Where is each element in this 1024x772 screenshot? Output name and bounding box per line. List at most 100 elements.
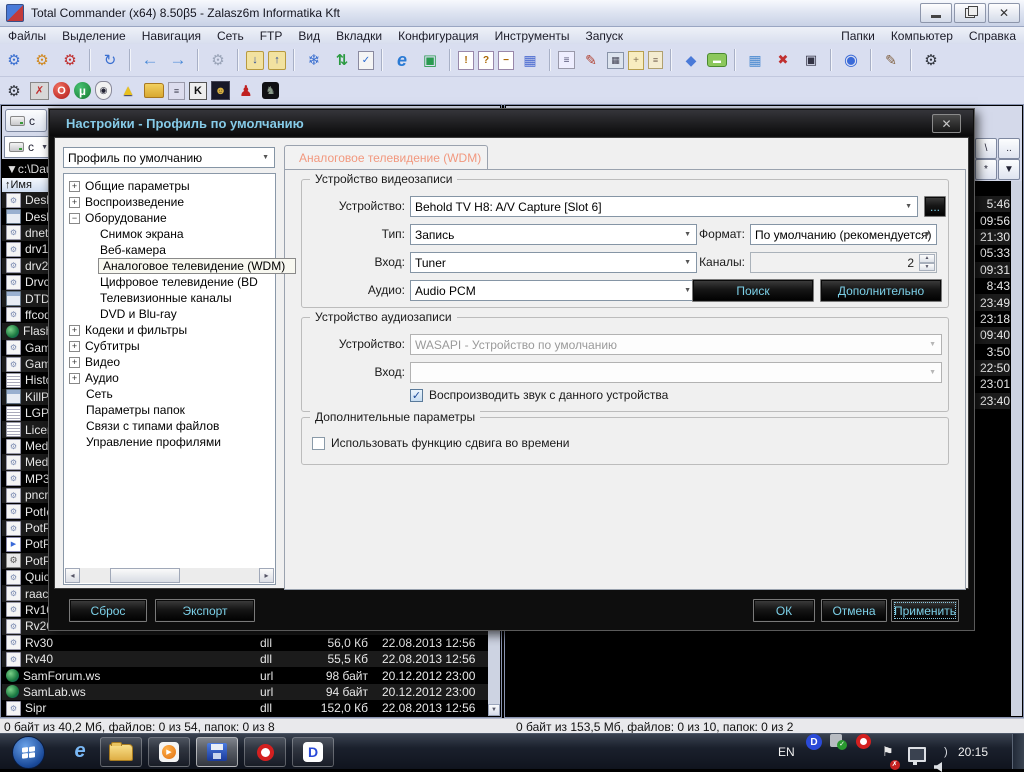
menu-item[interactable]: Навигация — [134, 29, 209, 43]
cd-burner-icon[interactable]: ◉ — [839, 49, 863, 71]
menu-item[interactable]: Сеть — [209, 29, 252, 43]
tree-item[interactable]: Субтитры — [66, 338, 275, 354]
apply-button[interactable]: Применить — [891, 599, 959, 622]
gears-disabled-icon[interactable]: ⚙ — [206, 49, 230, 71]
device-more-button[interactable]: ... — [924, 196, 946, 217]
snowflake-icon[interactable]: ❄ — [302, 49, 326, 71]
green-drive-icon[interactable]: ▬ — [707, 53, 727, 67]
film-gear-icon[interactable]: ⚙ — [919, 49, 943, 71]
paint-icon[interactable]: ✎ — [579, 49, 603, 71]
toolbar-separator[interactable] — [830, 49, 832, 71]
refresh-icon[interactable]: ↻ — [98, 49, 122, 71]
toolbar-separator[interactable] — [197, 49, 199, 71]
tree-item[interactable]: DVD и Blu-ray — [66, 306, 275, 322]
tray-action-center-icon[interactable]: ⚑ — [882, 734, 894, 769]
tree-item[interactable]: Аудио — [66, 370, 275, 386]
pc-info-icon[interactable]: ≡ — [168, 82, 185, 100]
toolbar-separator[interactable] — [129, 49, 131, 71]
toolbar-separator[interactable] — [910, 49, 912, 71]
reset-button[interactable]: Сброс — [69, 599, 147, 622]
tree-item[interactable]: Воспроизведение — [66, 194, 275, 210]
tray-usb-icon[interactable] — [830, 734, 842, 747]
hands-app-icon[interactable]: ♞ — [262, 82, 279, 99]
utorrent-icon[interactable]: µ — [74, 82, 91, 99]
advanced-button[interactable]: Дополнительно — [820, 279, 942, 302]
menu-item[interactable]: Выделение — [54, 29, 134, 43]
options-gear-orange-icon[interactable]: ⚙ — [30, 49, 54, 71]
tree-item[interactable]: Общие параметры — [66, 178, 275, 194]
menu-item[interactable]: Вид — [290, 29, 328, 43]
forward-arrow-icon[interactable]: → — [166, 49, 190, 71]
calculator-icon[interactable]: ▦ — [607, 52, 624, 69]
tray-volume-icon[interactable] — [934, 762, 942, 772]
play-sound-checkbox-row[interactable]: Воспроизводить звук с данного устройства — [410, 388, 668, 402]
checkbox-checked-icon[interactable] — [410, 389, 423, 402]
back-arrow-icon[interactable]: ← — [138, 49, 162, 71]
menu-item[interactable]: Вкладки — [328, 29, 390, 43]
pack-files-icon[interactable]: ↓ — [246, 51, 264, 70]
remove-image-icon[interactable]: ✖ — [771, 49, 795, 71]
drive-c-button[interactable]: c — [5, 109, 47, 132]
opera-icon[interactable]: O — [53, 82, 70, 99]
taskbar-explorer-button[interactable] — [100, 737, 142, 767]
notepad-icon[interactable]: ≡ — [558, 51, 575, 69]
parent-dir-button[interactable]: .. — [998, 138, 1020, 159]
export-button[interactable]: Экспорт — [155, 599, 255, 622]
taskbar-potplayer-button[interactable]: D — [292, 737, 334, 767]
clipboard-icon[interactable]: ✓ — [358, 51, 374, 70]
checkbox-unchecked-icon[interactable] — [312, 437, 325, 450]
file-row[interactable]: Rv30 dll 56,0 Кб 22.08.2013 12:56 — [2, 635, 488, 651]
toolbar-separator[interactable] — [449, 49, 451, 71]
sort-az-icon[interactable]: ⇅ — [330, 49, 354, 71]
toolbar-separator[interactable] — [381, 49, 383, 71]
scroll-left-icon[interactable]: ◂ — [65, 568, 80, 583]
daemon-tools-icon[interactable]: ▲ — [116, 80, 140, 102]
format-select[interactable]: По умолчанию (рекомендуется) — [750, 224, 937, 245]
network-pc-icon[interactable]: ▣ — [418, 49, 442, 71]
pen-tool-icon[interactable]: ✎ — [879, 49, 903, 71]
toolbar-separator[interactable] — [870, 49, 872, 71]
ok-button[interactable]: ОК — [753, 599, 815, 622]
tray-opera-icon[interactable] — [856, 734, 871, 749]
tree-item[interactable]: Телевизионные каналы — [66, 290, 275, 306]
tree-item[interactable]: Параметры папок — [66, 402, 275, 418]
tree-item[interactable]: Оборудование — [66, 210, 275, 226]
options-gear-red-icon[interactable]: ⚙ — [58, 49, 82, 71]
internet-explorer-icon[interactable]: e — [390, 49, 414, 71]
klite-codec-icon[interactable]: K — [189, 82, 207, 100]
tree-item[interactable]: Цифровое телевидение (BD — [66, 274, 275, 290]
tree-item[interactable]: Управление профилями — [66, 434, 275, 450]
tree-item[interactable]: Веб-камера — [66, 242, 275, 258]
options-gear-blue-icon[interactable]: ⚙ — [2, 49, 26, 71]
taskbar-total-commander-button[interactable] — [196, 737, 238, 767]
network-place-icon[interactable]: ◆ — [679, 49, 703, 71]
restore-button[interactable] — [954, 3, 986, 23]
cancel-button[interactable]: Отмена — [821, 599, 887, 622]
tree-item[interactable]: Кодеки и фильтры — [66, 322, 275, 338]
taskbar-clock[interactable]: 20:15 — [958, 734, 988, 769]
menu-item[interactable]: Конфигурация — [390, 29, 487, 43]
scroll-down-icon[interactable]: ▼ — [488, 704, 500, 716]
scroll-icon[interactable]: ≡ — [648, 51, 663, 69]
spin-down-icon[interactable]: ▼ — [919, 263, 935, 272]
tree-item[interactable]: Видео — [66, 354, 275, 370]
tree-item[interactable]: Снимок экрана — [66, 226, 275, 242]
toolbar-separator[interactable] — [237, 49, 239, 71]
new-file-icon[interactable]: + — [628, 51, 644, 70]
audio-select[interactable]: Audio PCM — [410, 280, 697, 301]
search-pc-icon[interactable]: ▣ — [799, 49, 823, 71]
toolbar-separator[interactable] — [293, 49, 295, 71]
file-row[interactable]: Sipr dll 152,0 Кб 22.08.2013 12:56 — [2, 700, 488, 716]
start-button[interactable] — [12, 736, 45, 769]
video-device-select[interactable]: Behold TV H8: A/V Capture [Slot 6] — [410, 196, 918, 217]
toolbar-separator[interactable] — [734, 49, 736, 71]
menu-item[interactable]: Папки — [833, 29, 883, 43]
menu-item[interactable]: Инструменты — [487, 29, 578, 43]
menu-item[interactable]: FTP — [252, 29, 291, 43]
image-viewer-icon[interactable]: ▦ — [743, 49, 767, 71]
tree-item[interactable]: Сеть — [66, 386, 275, 402]
tree-item[interactable]: Связи с типами файлов — [66, 418, 275, 434]
doc-warning-icon[interactable]: ! — [458, 51, 474, 70]
red-figure-icon[interactable]: ♟ — [234, 80, 258, 102]
tray-network-icon[interactable] — [908, 747, 926, 762]
